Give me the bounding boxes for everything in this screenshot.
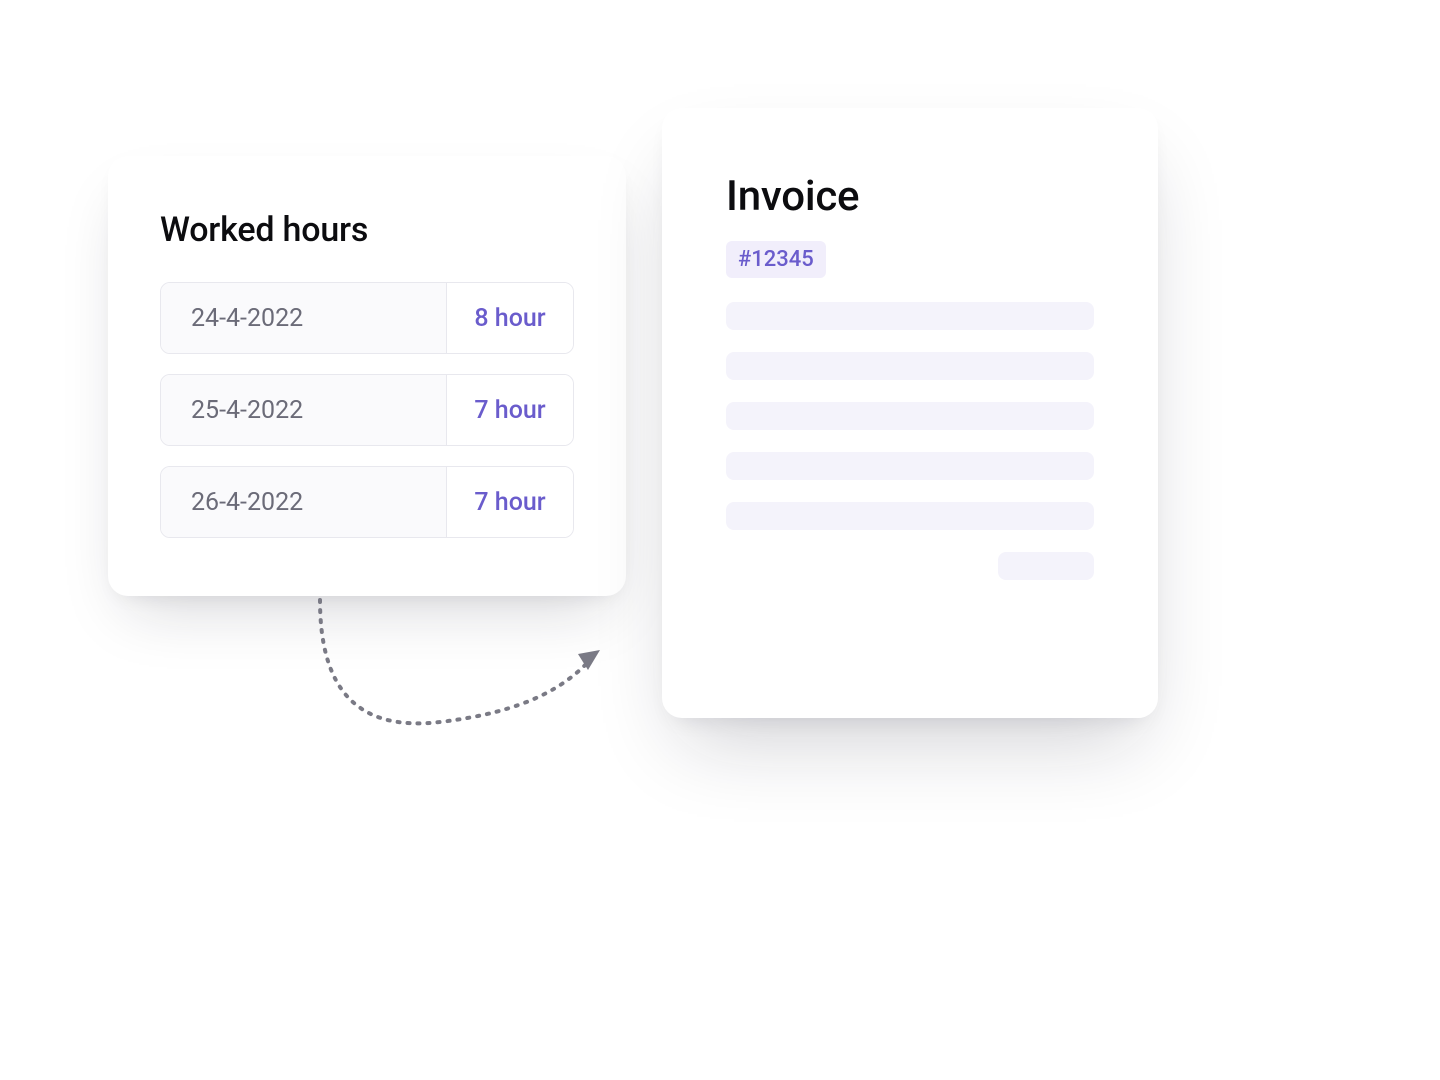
hours-value: 7 hour [447, 375, 573, 445]
invoice-card: Invoice #12345 [662, 108, 1158, 718]
invoice-number-badge: #12345 [726, 241, 826, 278]
invoice-total-placeholder [998, 552, 1094, 580]
invoice-title: Invoice [726, 172, 1094, 221]
invoice-line-placeholder [726, 402, 1094, 430]
hours-row: 26-4-2022 7 hour [160, 466, 574, 538]
invoice-line-placeholder [726, 302, 1094, 330]
hours-value: 7 hour [447, 467, 573, 537]
worked-hours-title: Worked hours [160, 210, 574, 250]
connector-arrow-icon [300, 592, 620, 772]
hours-row: 25-4-2022 7 hour [160, 374, 574, 446]
invoice-line-placeholder [726, 502, 1094, 530]
hours-date: 24-4-2022 [161, 283, 447, 353]
hours-date: 26-4-2022 [161, 467, 447, 537]
hours-date: 25-4-2022 [161, 375, 447, 445]
hours-value: 8 hour [447, 283, 573, 353]
invoice-line-placeholder [726, 452, 1094, 480]
hours-row: 24-4-2022 8 hour [160, 282, 574, 354]
invoice-line-placeholder [726, 352, 1094, 380]
worked-hours-card: Worked hours 24-4-2022 8 hour 25-4-2022 … [108, 156, 626, 596]
